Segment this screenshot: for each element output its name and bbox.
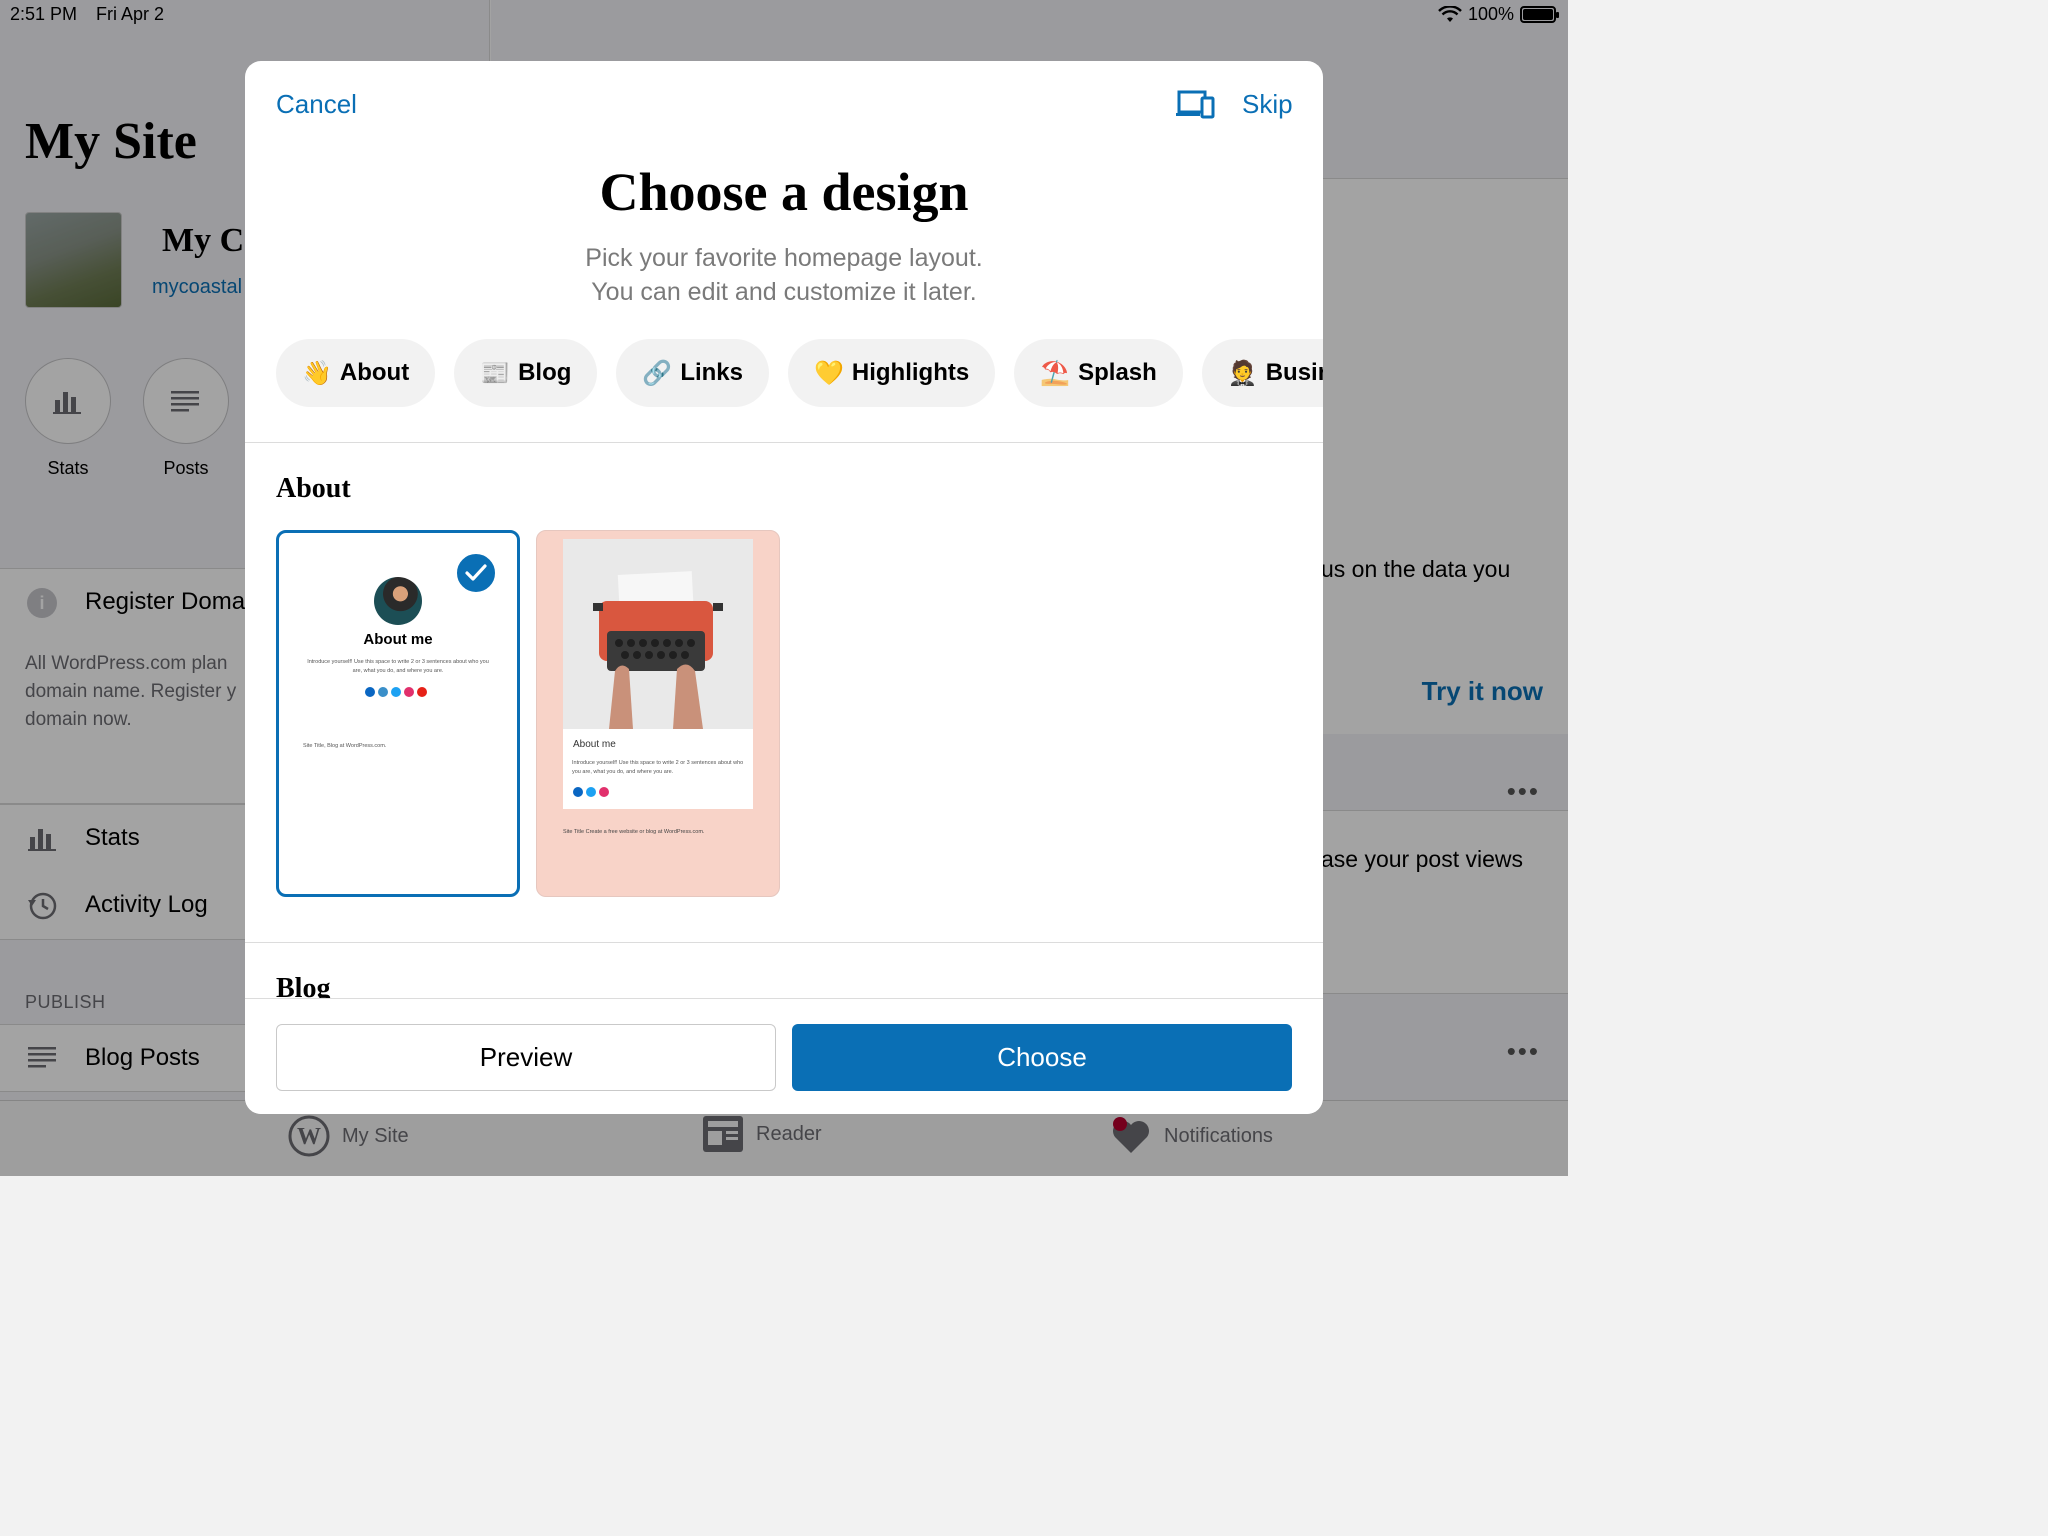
chip-links[interactable]: 🔗 Links [616,339,769,407]
instagram-icon [404,687,414,697]
modal-footer: Preview Choose [245,998,1323,1114]
chip-label: Business [1265,359,1323,386]
preview-button[interactable]: Preview [276,1024,776,1091]
divider [245,942,1323,943]
instagram-icon [599,787,609,797]
card-intro-text: Introduce yourself! Use this space to wr… [572,760,744,775]
link-icon: 🔗 [642,359,673,387]
wordpress-social-icon [378,687,388,697]
person-in-tuxedo-icon: 🤵 [1227,359,1258,387]
twitter-icon [391,687,401,697]
card-heading: About me [363,631,433,648]
devices-icon [1176,90,1215,119]
chip-label: Highlights [851,359,970,386]
card-heading: About me [573,739,616,750]
modal-title: Choose a design [599,162,969,222]
newspaper-icon: 📰 [480,359,511,387]
divider [245,442,1323,443]
chip-label: Blog [518,359,572,386]
subtitle-line-2: You can edit and customize it later. [591,278,977,306]
chip-highlights[interactable]: 💛 Highlights [788,339,996,407]
chip-splash[interactable]: ⛱️ Splash [1014,339,1183,407]
chip-label: Links [680,359,743,386]
design-card-about-2[interactable]: About me Introduce yourself! Use this sp… [536,530,780,897]
card-footer-text: Site Title Create a free website or blog… [563,829,705,835]
category-chips: 👋 About 📰 Blog 🔗 Links 💛 Highlights ⛱️ Splash… [276,339,1323,407]
chip-label: Splash [1078,359,1157,386]
subtitle-line-1: Pick your favorite homepage layout. [585,244,983,272]
card-footer-text: Site Title, Blog at WordPress.com. [303,743,387,749]
social-icons [573,787,609,797]
waving-hand-icon: 👋 [302,359,332,387]
cancel-button[interactable]: Cancel [276,89,357,120]
choose-design-modal: Cancel Skip Choose a design Pick your fa… [245,61,1323,1114]
card-intro-text: Introduce yourself! Use this space to wr… [307,659,489,674]
chip-business[interactable]: 🤵 Business [1201,339,1323,407]
design-card-about-1[interactable]: About me Introduce yourself! Use this sp… [276,530,520,897]
choose-button[interactable]: Choose [792,1024,1292,1091]
beach-umbrella-icon: ⛱️ [1040,359,1071,387]
yellow-heart-icon: 💛 [814,359,844,387]
checkmark-icon [455,552,497,594]
linkedin-icon [365,687,375,697]
youtube-icon [417,687,427,697]
skip-button[interactable]: Skip [1242,89,1293,120]
section-title-about: About [276,473,351,504]
chip-about[interactable]: 👋 About [276,339,436,407]
card-content-box: About me Introduce yourself! Use this sp… [563,729,753,809]
modal-subtitle: Pick your favorite homepage layout. You … [245,241,1323,309]
social-icons [365,687,427,697]
avatar [374,577,422,625]
chip-label: About [339,359,410,386]
typewriter-photo [563,539,753,729]
device-preview-button[interactable] [1175,89,1215,121]
chip-blog[interactable]: 📰 Blog [454,339,598,407]
twitter-icon [586,787,596,797]
linkedin-icon [573,787,583,797]
